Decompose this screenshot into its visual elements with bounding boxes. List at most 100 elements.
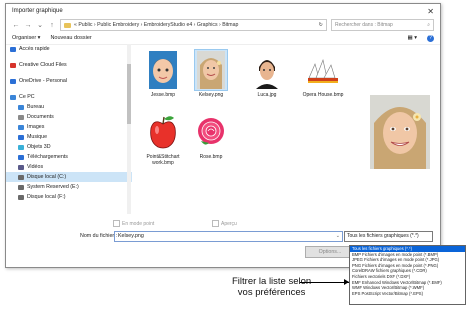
window-title: Importer graphique — [12, 8, 63, 14]
sidebar-scrollbar[interactable] — [127, 44, 131, 214]
filename-label: Nom du fichier : — [80, 233, 118, 239]
drive-icon — [18, 174, 24, 180]
sidebar-item-label: Images — [27, 124, 45, 130]
sidebar-item-t-l-chargements[interactable]: Téléchargements — [6, 152, 132, 162]
file-name: Kelsey.png — [198, 92, 224, 98]
navigation-pane: Accès rapide Creative Cloud Files OneDrive… — [6, 44, 132, 214]
search-input[interactable]: Rechercher dans : Bitmap ⌕ — [331, 19, 434, 31]
help-icon[interactable]: ? — [427, 34, 434, 42]
sidebar-item-objets-3d[interactable]: Objets 3D — [6, 142, 132, 152]
callout-arrowhead — [344, 279, 349, 285]
filename-value[interactable]: Kelsey.png — [118, 233, 144, 239]
sidebar-item-creative-cloud-files[interactable]: Creative Cloud Files — [6, 60, 132, 70]
scrollbar-thumb[interactable] — [127, 64, 131, 124]
opera-house-thumbnail — [307, 50, 339, 90]
refresh-icon[interactable]: ↻ — [319, 22, 323, 28]
download-icon — [18, 154, 24, 160]
apple-thumbnail — [147, 112, 179, 152]
jesse-thumbnail — [147, 50, 179, 90]
file-item-luca[interactable]: Luca.jpg — [240, 50, 294, 98]
sidebar-item-label: Disque local (C:) — [27, 174, 67, 180]
file-name: Rose.bmp — [199, 154, 223, 160]
navigation-bar: ← → ⌄ ↑ « Public › Public Embroidery › E… — [6, 18, 440, 32]
sidebar-item-system-reserved-e[interactable]: System Reserved (E:) — [6, 182, 132, 192]
sidebar-item-label: Bureau — [27, 104, 45, 110]
file-type-select[interactable]: Tous les fichiers graphiques (*.*) — [344, 231, 433, 242]
sidebar-item-ce-pc[interactable]: Ce PC — [6, 92, 132, 102]
music-icon — [18, 134, 24, 140]
new-folder-button[interactable]: Nouveau dossier — [50, 35, 91, 41]
search-placeholder: Rechercher dans : Bitmap — [335, 22, 393, 28]
preview-label: Aperçu — [221, 220, 237, 227]
callout-pointer-line — [300, 282, 349, 283]
sidebar-item-disque-local-c[interactable]: Disque local (C:) — [6, 172, 132, 182]
file-type-option[interactable]: EPS PostScript Vector/Bitmap (*.EPS) — [350, 291, 465, 297]
sidebar-item-label: OneDrive - Personal — [19, 78, 67, 84]
file-list: Jesse.bmp Kelsey.png Luca.jpg Opera Hous… — [136, 44, 356, 214]
breadcrumb[interactable]: « Public › Public Embroidery › Embroider… — [74, 22, 238, 28]
images-icon — [18, 124, 24, 130]
checkbox-box[interactable] — [113, 220, 120, 227]
documents-icon — [18, 114, 24, 120]
sidebar-item-label: System Reserved (E:) — [27, 184, 79, 190]
folder-icon — [64, 22, 71, 28]
file-name: Point&Stitchart work.bmp — [146, 154, 180, 166]
preview-checkbox[interactable]: Aperçu — [212, 220, 237, 227]
file-item-kelsey[interactable]: Kelsey.png — [184, 49, 238, 98]
file-type-value[interactable]: Tous les fichiers graphiques (*.*) — [347, 233, 419, 239]
address-bar[interactable]: « Public › Public Embroidery › Embroider… — [60, 19, 327, 31]
sidebar-item-images[interactable]: Images — [6, 122, 132, 132]
file-name: Jesse.bmp — [150, 92, 176, 98]
desktop-icon — [18, 104, 24, 110]
file-item-rose[interactable]: Rose.bmp — [184, 112, 238, 160]
sidebar-item-label: Objets 3D — [27, 144, 51, 150]
filename-chevron-down-icon[interactable]: ⌄ — [336, 232, 340, 241]
sidebar-item-documents[interactable]: Documents — [6, 112, 132, 122]
sidebar-item-label: Documents — [27, 114, 54, 120]
title-bar: Importer graphique ✕ — [6, 4, 440, 18]
back-arrow-icon[interactable]: ← — [12, 22, 20, 29]
point-mode-checkbox[interactable]: En mode point — [113, 220, 154, 227]
sidebar-item-disque-local-f[interactable]: Disque local (F:) — [6, 192, 132, 202]
kelsey-thumbnail — [194, 49, 228, 91]
sidebar-item-label: Creative Cloud Files — [19, 62, 67, 68]
sidebar-item-label: Vidéos — [27, 164, 44, 170]
file-type-dropdown-list: Tous les fichiers graphiques (*.*) BMP Fi… — [349, 245, 466, 305]
cloud-icon — [10, 62, 16, 68]
cube-icon — [18, 144, 24, 150]
file-item-jesse[interactable]: Jesse.bmp — [136, 50, 190, 98]
preview-pane — [362, 48, 434, 214]
rose-thumbnail — [195, 112, 227, 152]
file-name: Luca.jpg — [257, 92, 277, 98]
sidebar-item-label: Téléchargements — [27, 154, 68, 160]
luca-thumbnail — [251, 50, 283, 90]
view-options-button[interactable]: ▦ ▾ — [408, 35, 418, 41]
options-button[interactable]: Options... — [305, 246, 355, 258]
close-icon[interactable]: ✕ — [427, 7, 434, 16]
search-icon: ⌕ — [427, 22, 430, 28]
sidebar-item-acc-s-rapide[interactable]: Accès rapide — [6, 44, 132, 54]
video-icon — [18, 164, 24, 170]
filename-input[interactable]: Kelsey.png ⌄ — [114, 231, 343, 242]
star-icon — [10, 46, 16, 52]
sidebar-item-musique[interactable]: Musique — [6, 132, 132, 142]
kelsey-preview-image — [370, 95, 430, 169]
sidebar-item-bureau[interactable]: Bureau — [6, 102, 132, 112]
computer-icon — [10, 94, 16, 100]
checkbox-box[interactable] — [212, 220, 219, 227]
drive-icon — [18, 184, 24, 190]
sidebar-item-label: Musique — [27, 134, 48, 140]
sidebar-item-label: Disque local (F:) — [27, 194, 66, 200]
sidebar-item-vid-os[interactable]: Vidéos — [6, 162, 132, 172]
sidebar-item-onedrive-personal[interactable]: OneDrive - Personal — [6, 76, 132, 86]
callout-text: Filtrer la liste selon vos préférences — [232, 276, 311, 298]
sidebar-item-label: Ce PC — [19, 94, 35, 100]
recent-locations-chevron-icon[interactable]: ⌄ — [36, 21, 44, 29]
file-item-opera-house[interactable]: Opera House.bmp — [296, 50, 350, 98]
organize-button[interactable]: Organiser ▾ — [12, 35, 40, 41]
onedrive-icon — [10, 78, 16, 84]
drive-icon — [18, 194, 24, 200]
forward-arrow-icon[interactable]: → — [24, 22, 32, 29]
file-item-point-stitch[interactable]: Point&Stitchart work.bmp — [136, 112, 190, 166]
up-arrow-icon[interactable]: ↑ — [48, 22, 56, 29]
